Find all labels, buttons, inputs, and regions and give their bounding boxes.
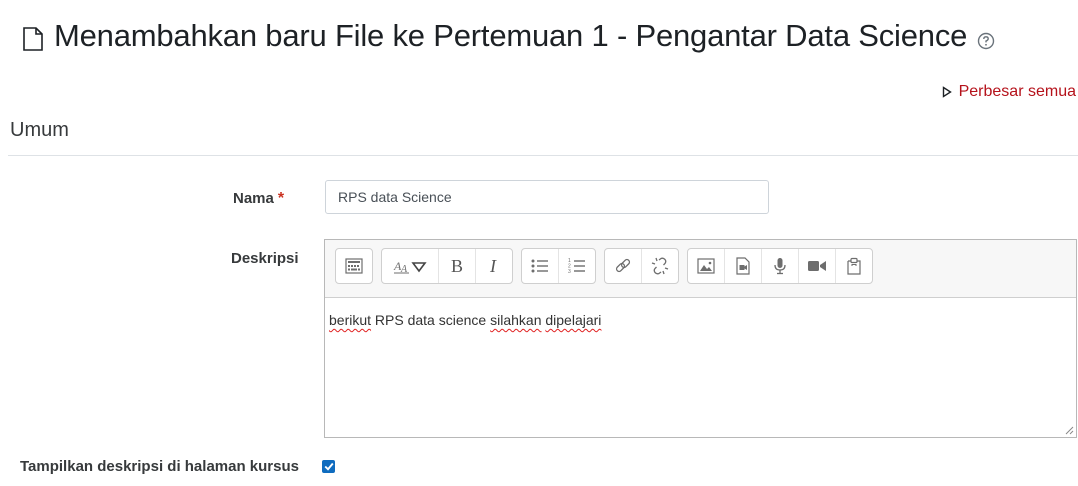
- unlink-button[interactable]: [642, 249, 678, 283]
- required-icon: *: [277, 190, 285, 207]
- content-word: silahkan: [490, 312, 542, 328]
- record-audio-icon: [774, 258, 786, 275]
- show-description-label: Tampilkan deskripsi di halaman kursus: [20, 458, 299, 475]
- media-icon: [736, 257, 750, 275]
- section-divider: [8, 155, 1078, 156]
- page-title: Menambahkan baru File ke Pertemuan 1 - P…: [54, 18, 968, 53]
- content-word: berikut: [329, 312, 372, 328]
- toolbar-group-lists: 123: [521, 248, 596, 284]
- manage-files-button[interactable]: [836, 249, 872, 283]
- svg-text:B: B: [451, 256, 463, 276]
- name-label: Nama: [233, 190, 274, 207]
- unlink-icon: [651, 257, 669, 275]
- toolbar-group-text: A A B I: [381, 248, 513, 284]
- italic-icon: I: [489, 256, 497, 276]
- unordered-list-button[interactable]: [522, 249, 559, 283]
- toolbar-group-media: [687, 248, 873, 284]
- unordered-list-icon: [531, 259, 548, 273]
- editor-toolbar: A A B I 1 2 3: [325, 240, 1076, 298]
- bold-button[interactable]: B: [439, 249, 476, 283]
- record-video-icon: [808, 261, 826, 271]
- manage-files-icon: [847, 257, 861, 275]
- editor-content[interactable]: berikut RPS data science silahkan dipela…: [325, 298, 1076, 342]
- bold-icon: B: [451, 256, 463, 276]
- top-strip: [0, 0, 1078, 6]
- name-label-row: Nama *: [233, 190, 284, 208]
- section-title: Umum: [10, 119, 69, 141]
- image-icon: [697, 258, 715, 274]
- toolbar-toggle-button[interactable]: [336, 249, 372, 283]
- description-label: Deskripsi: [231, 250, 299, 267]
- description-editor[interactable]: A A B I 1 2 3 berikut RPS data science s…: [324, 239, 1077, 438]
- content-text: RPS data science: [374, 312, 487, 328]
- name-input[interactable]: [325, 180, 769, 214]
- svg-text:3: 3: [568, 269, 571, 274]
- italic-button[interactable]: I: [476, 249, 512, 283]
- expand-triangle-icon: [942, 86, 952, 98]
- content-word: dipelajari: [545, 312, 602, 328]
- toolbar-toggle-icon: [345, 258, 363, 274]
- page-heading: Menambahkan baru File ke Pertemuan 1 - P…: [22, 18, 995, 54]
- show-description-checkbox[interactable]: [322, 460, 335, 473]
- ordered-list-button[interactable]: 123: [559, 249, 595, 283]
- expand-all-label: Perbesar semua: [958, 83, 1076, 100]
- help-icon[interactable]: [977, 32, 995, 50]
- resize-handle-icon[interactable]: [1064, 425, 1074, 435]
- image-button[interactable]: [688, 249, 725, 283]
- media-button[interactable]: [725, 249, 762, 283]
- expand-all-link[interactable]: Perbesar semua: [942, 83, 1076, 101]
- toolbar-group-toggle: [335, 248, 373, 284]
- checkmark-icon: [324, 462, 334, 471]
- record-video-button[interactable]: [799, 249, 836, 283]
- record-audio-button[interactable]: [762, 249, 799, 283]
- toolbar-group-links: [604, 248, 679, 284]
- link-button[interactable]: [605, 249, 642, 283]
- file-icon: [23, 27, 43, 51]
- font-style-button[interactable]: A A: [382, 249, 439, 283]
- svg-text:I: I: [489, 256, 497, 276]
- ordered-list-icon: 123: [568, 258, 585, 274]
- link-icon: [615, 258, 631, 273]
- font-style-dropdown-icon: A A: [393, 259, 427, 274]
